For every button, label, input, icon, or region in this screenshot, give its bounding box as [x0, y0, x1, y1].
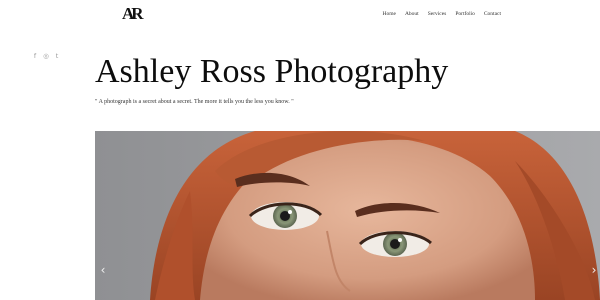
instagram-icon[interactable]: ◎ [43, 52, 49, 60]
slider-next-button[interactable]: › [589, 263, 599, 277]
slider-prev-button[interactable]: ‹ [98, 263, 108, 277]
logo[interactable]: AR [122, 5, 143, 23]
nav-about[interactable]: About [405, 11, 419, 17]
facebook-icon[interactable]: f [32, 52, 38, 60]
hero-image [95, 131, 600, 300]
nav-home[interactable]: Home [382, 11, 395, 17]
nav-contact[interactable]: Contact [484, 11, 501, 17]
main-nav: Home About Services Portfolio Contact [382, 11, 501, 17]
tumblr-icon[interactable]: t [54, 52, 60, 60]
portrait-photo [95, 131, 600, 300]
page-title: Ashley Ross Photography [95, 53, 449, 90]
nav-services[interactable]: Services [428, 11, 447, 17]
tagline-quote: " A photograph is a secret about a secre… [95, 99, 294, 105]
nav-portfolio[interactable]: Portfolio [455, 11, 475, 17]
social-links: f ◎ t [32, 52, 60, 60]
